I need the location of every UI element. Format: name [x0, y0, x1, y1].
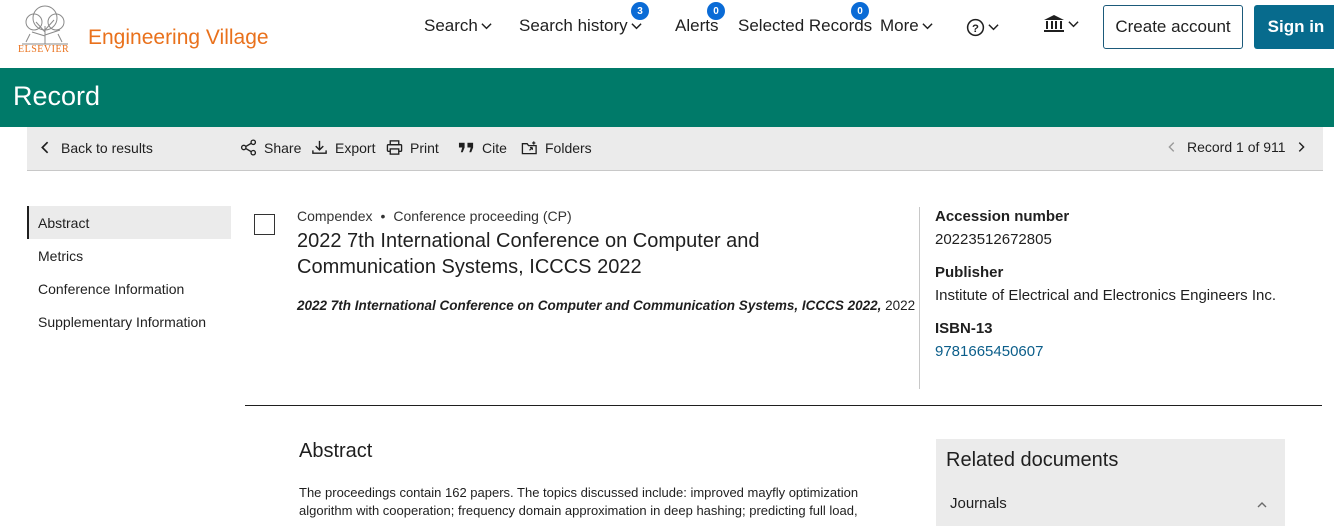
section-nav: Abstract Metrics Conference Information …: [27, 206, 231, 338]
chevron-down-icon: [481, 22, 492, 29]
print-label: Print: [410, 139, 439, 156]
brand-name[interactable]: Engineering Village: [88, 26, 269, 50]
chevron-left-icon[interactable]: [1165, 140, 1179, 154]
related-documents-heading: Related documents: [946, 449, 1119, 471]
select-record-checkbox[interactable]: [254, 214, 275, 235]
section-nav-abstract[interactable]: Abstract: [27, 206, 231, 239]
help-icon: ?: [966, 18, 985, 37]
alerts-count-badge: 0: [707, 2, 725, 20]
chevron-right-icon[interactable]: [1294, 140, 1308, 154]
share-label: Share: [264, 139, 302, 156]
nav-search[interactable]: Search: [424, 16, 492, 36]
nav-selected-records-label: Selected Records: [738, 16, 873, 35]
nav-help[interactable]: ?: [966, 18, 999, 37]
related-documents-panel: Related documents Journals: [936, 439, 1285, 526]
create-account-button[interactable]: Create account: [1103, 5, 1243, 49]
folder-icon: [521, 141, 537, 155]
abstract-heading: Abstract: [299, 440, 373, 462]
export-label: Export: [335, 139, 376, 156]
download-icon: [312, 140, 327, 154]
meta-separator: •: [380, 208, 386, 224]
related-journals-toggle[interactable]: Journals: [950, 495, 1007, 512]
search-history-count-badge: 3: [631, 2, 649, 20]
nav-more-label: More: [880, 16, 919, 35]
share-button[interactable]: Share: [240, 139, 301, 156]
folders-button[interactable]: Folders: [521, 139, 592, 156]
section-nav-metrics[interactable]: Metrics: [27, 239, 231, 272]
document-type: Conference proceeding (CP): [393, 208, 572, 224]
chevron-left-icon: [41, 141, 49, 154]
source-title: 2022 7th International Conference on Com…: [297, 298, 882, 313]
database-name: Compendex: [297, 208, 373, 224]
publisher-value: Institute of Electrical and Electronics …: [935, 287, 1277, 304]
nav-institution[interactable]: [1043, 14, 1079, 34]
svg-text:?: ?: [972, 23, 979, 35]
publisher-label: Publisher: [935, 264, 1004, 281]
record-position: Record 1 of 911: [1187, 139, 1286, 155]
cite-button[interactable]: Cite: [458, 139, 507, 156]
cite-label: Cite: [482, 139, 507, 156]
isbn-link[interactable]: 9781665450607: [935, 343, 1315, 360]
isbn-label: ISBN-13: [935, 320, 993, 337]
section-divider: [245, 405, 1322, 406]
chevron-down-icon: [922, 22, 933, 29]
elsevier-wordmark: ELSEVIER: [18, 44, 70, 55]
record-toolbar: Back to results Share Export Print Cite …: [27, 127, 1323, 171]
section-nav-conference-information[interactable]: Conference Information: [27, 272, 231, 305]
top-header: ELSEVIER Engineering Village Search Sear…: [0, 0, 1334, 68]
accession-number-label: Accession number: [935, 208, 1070, 225]
chevron-down-icon: [1068, 20, 1079, 27]
share-icon: [240, 139, 257, 156]
chevron-down-icon: [988, 24, 999, 31]
export-button[interactable]: Export: [311, 139, 375, 156]
record-title: 2022 7th International Conference on Com…: [297, 230, 760, 278]
sign-in-button[interactable]: Sign in: [1254, 5, 1334, 49]
record-meta: Compendex • Conference proceeding (CP): [297, 208, 572, 224]
accession-number-value: 20223512672805: [935, 231, 1052, 248]
nav-alerts[interactable]: Alerts 0: [675, 2, 725, 36]
institution-icon: [1044, 15, 1064, 32]
chevron-up-icon[interactable]: [1256, 499, 1268, 511]
nav-more[interactable]: More: [880, 16, 933, 36]
nav-search-history-label: Search history: [519, 16, 628, 35]
nav-search-label: Search: [424, 16, 478, 35]
print-button[interactable]: Print: [386, 139, 439, 156]
back-to-results-label: Back to results: [61, 139, 153, 156]
source-year: 2022: [885, 298, 916, 313]
chevron-down-icon: [631, 22, 642, 29]
printer-icon: [386, 140, 403, 155]
selected-records-count-badge: 0: [851, 2, 869, 20]
record-pager: Record 1 of 911: [1165, 139, 1308, 155]
page-title: Record: [13, 81, 101, 111]
quote-icon: [458, 142, 474, 153]
section-nav-supplementary-information[interactable]: Supplementary Information: [27, 305, 231, 338]
folders-label: Folders: [545, 139, 592, 156]
vertical-divider: [919, 207, 920, 389]
record-details: Accession number 20223512672805 Publishe…: [935, 208, 1315, 376]
record-banner: Record: [0, 68, 1334, 127]
abstract-text: The proceedings contain 162 papers. The …: [299, 485, 859, 518]
record-source: 2022 7th International Conference on Com…: [297, 298, 915, 313]
back-to-results-link[interactable]: Back to results: [37, 139, 153, 156]
nav-selected-records[interactable]: Selected Records 0: [738, 2, 873, 36]
nav-search-history[interactable]: Search history 3: [519, 2, 649, 36]
